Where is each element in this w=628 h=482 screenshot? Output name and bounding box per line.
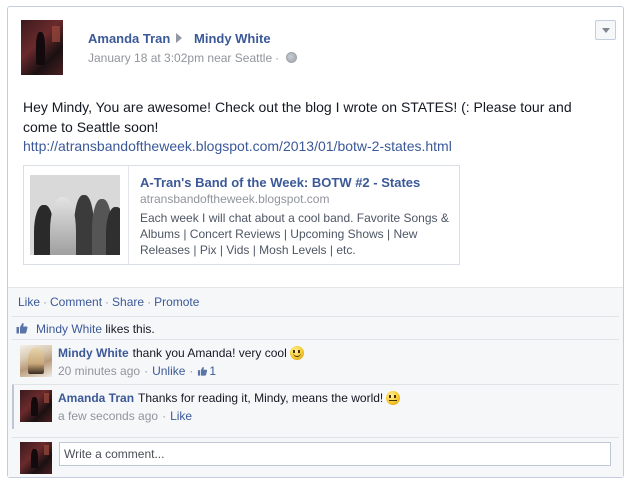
link-domain: atransbandoftheweek.blogspot.com [140,192,330,206]
comment-item: Amanda Tran Thanks for reading it, Mindy,… [12,384,619,429]
unlike-link[interactable]: Unlike [152,364,185,378]
story-options-button[interactable] [595,20,616,40]
commenter-name[interactable]: Mindy White [58,346,129,360]
comment-like-count[interactable]: 1 [197,364,216,378]
shared-link-preview[interactable]: A-Tran's Band of the Week: BOTW #2 - Sta… [23,165,460,265]
post-link[interactable]: http://atransbandoftheweek.blogspot.com/… [23,137,452,155]
globe-icon[interactable] [286,52,298,63]
link-title[interactable]: A-Tran's Band of the Week: BOTW #2 - Sta… [140,175,420,190]
arrow-right-icon [176,33,182,43]
commenter-avatar[interactable] [20,345,52,377]
promote-link[interactable]: Promote [154,295,199,309]
thumbs-up-icon [16,322,28,334]
comment-time[interactable]: a few seconds ago [58,409,158,423]
action-links: Like · Comment · Share · Promote [18,295,199,309]
preview-divider [128,166,129,264]
comment-text: thank you Amanda! very cool [132,346,287,360]
action-separator: · [43,295,48,309]
post-timestamp[interactable]: January 18 at 3:02pm near Seattle [88,51,272,65]
likes-sentence: Mindy White likes this. [12,316,619,339]
post-meta: January 18 at 3:02pm near Seattle · [88,51,298,65]
feedback-section: Like · Comment · Share · Promote Mindy White l… [8,287,623,477]
smile-icon [289,346,304,360]
target-name[interactable]: Mindy White [194,31,271,46]
link-thumbnail[interactable] [30,175,120,255]
comment-meta: 20 minutes ago · Unlike · 1 [58,364,217,378]
author-avatar[interactable] [21,20,63,75]
commenter-avatar[interactable] [20,390,52,422]
comment-composer [12,437,619,476]
share-link[interactable]: Share [112,295,144,309]
likes-suffix: likes this. [102,322,155,336]
liker-name[interactable]: Mindy White [36,322,102,336]
comment-item: Mindy White thank you Amanda! very cool 2… [12,339,619,384]
story-card: Amanda Tran Mindy White January 18 at 3:… [7,6,624,478]
comment-like-link[interactable]: Like [170,409,192,423]
comment-input[interactable] [59,442,611,466]
comment-meta: a few seconds ago · Like [58,409,193,423]
action-separator: · [147,295,152,309]
straight-face-icon [386,391,401,405]
composer-avatar [20,442,52,474]
link-description: Each week I will chat about a cool band.… [140,211,449,257]
comment-time[interactable]: 20 minutes ago [58,364,140,378]
commenter-name[interactable]: Amanda Tran [58,391,134,405]
meta-separator: · [275,51,280,65]
like-link[interactable]: Like [18,295,40,309]
author-name[interactable]: Amanda Tran [88,31,170,46]
thumbs-up-icon [198,366,208,376]
action-separator: · [105,295,110,309]
comment-link[interactable]: Comment [50,295,102,309]
like-count-value: 1 [209,364,217,378]
comment-text: Thanks for reading it, Mindy, means the … [138,391,384,405]
post-message: Hey Mindy, You are awesome! Check out th… [23,99,572,135]
